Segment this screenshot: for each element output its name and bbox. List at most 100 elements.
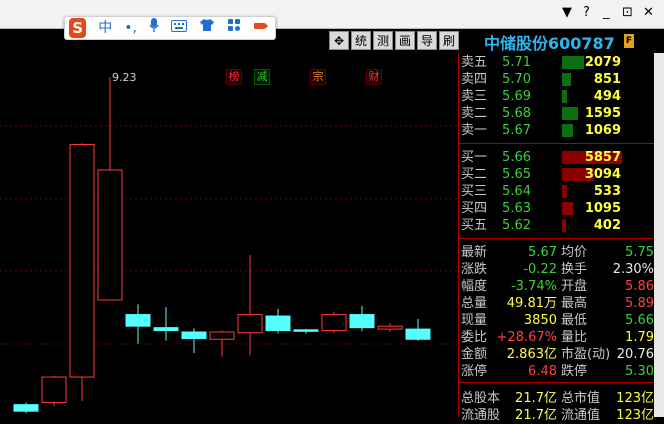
- tag-shareholder-reduction[interactable]: 减: [254, 69, 270, 85]
- sell-level-label: 卖二: [461, 106, 488, 121]
- high-price-label: 9.23: [112, 71, 137, 84]
- sell-row[interactable]: 卖一 5.67 1069: [459, 122, 659, 139]
- candle[interactable]: [237, 254, 263, 356]
- open-label: 开盘: [561, 279, 588, 294]
- tag-dragon-tiger-list[interactable]: 榜: [226, 69, 242, 85]
- mktval-value: 123亿: [616, 391, 654, 406]
- f10-badge-icon[interactable]: F: [624, 34, 634, 48]
- candle[interactable]: [405, 318, 431, 341]
- punctuation-toggle[interactable]: •,: [124, 18, 137, 38]
- tag-block-trade[interactable]: 宗: [310, 69, 326, 85]
- sell-volume-bar: [562, 90, 567, 103]
- minimize-icon[interactable]: _: [603, 5, 610, 20]
- crosshair-move-button[interactable]: ✥: [329, 31, 349, 50]
- buy-volume-bar: [562, 185, 567, 198]
- high-label: 最高: [561, 296, 588, 311]
- buy-volume: 3094: [584, 167, 621, 182]
- ime-toolbar: S 中 •,: [64, 16, 276, 40]
- curvol-label: 现量: [461, 313, 488, 328]
- candle[interactable]: [265, 308, 291, 334]
- sell-row[interactable]: 卖三 5.69 494: [459, 88, 659, 105]
- help-icon[interactable]: ?: [583, 5, 590, 20]
- pct-value: -3.74%: [511, 279, 557, 294]
- candle[interactable]: [181, 328, 207, 354]
- candle-body: [321, 314, 347, 332]
- toolbox-grid-icon[interactable]: [227, 18, 241, 38]
- export-button[interactable]: 导: [417, 31, 437, 50]
- candle-body: [209, 331, 235, 340]
- bidratio-label: 委比: [461, 330, 488, 345]
- limitdown-value: 5.30: [625, 364, 654, 379]
- candle-body: [69, 144, 95, 378]
- bidratio-value: +28.67%: [496, 330, 557, 345]
- candle[interactable]: [349, 305, 375, 332]
- candle[interactable]: [377, 323, 403, 332]
- limitup-label: 涨停: [461, 364, 488, 379]
- latest-label: 最新: [461, 245, 488, 260]
- dropdown-icon[interactable]: ▼: [562, 5, 572, 20]
- sell-volume: 1595: [584, 106, 621, 121]
- turnover-value: 2.30%: [612, 262, 654, 277]
- totalcap-label: 总股本: [461, 391, 501, 406]
- limitdown-label: 跌停: [561, 364, 588, 379]
- sell-price: 5.68: [502, 106, 531, 121]
- buy-row[interactable]: 买二 5.65 3094: [459, 166, 659, 183]
- sell-level-label: 卖四: [461, 72, 488, 87]
- measure-button[interactable]: 测: [373, 31, 393, 50]
- open-value: 5.86: [625, 279, 654, 294]
- candle[interactable]: [321, 311, 347, 333]
- refresh-button[interactable]: 刷: [439, 31, 459, 50]
- draw-button[interactable]: 画: [395, 31, 415, 50]
- candle-body: [349, 314, 375, 329]
- restore-icon[interactable]: ⊡: [622, 5, 633, 20]
- sell-price: 5.69: [502, 89, 531, 104]
- candle[interactable]: [13, 402, 39, 414]
- candle[interactable]: [97, 76, 123, 301]
- chinese-mode-toggle[interactable]: 中: [98, 18, 112, 38]
- statistics-button[interactable]: 统: [351, 31, 371, 50]
- candle[interactable]: [69, 143, 95, 402]
- sell-volume-bar: [562, 124, 573, 137]
- pe-value: 20.76: [616, 347, 654, 362]
- sell-row[interactable]: 卖四 5.70 851: [459, 71, 659, 88]
- candle-body: [41, 376, 67, 403]
- sogou-logo-icon[interactable]: S: [69, 18, 87, 38]
- candle-body: [125, 314, 151, 327]
- sell-row[interactable]: 卖二 5.68 1595: [459, 105, 659, 122]
- candle-body: [265, 315, 291, 332]
- buy-row[interactable]: 买一 5.66 5857: [459, 149, 659, 166]
- buy-row[interactable]: 买四 5.63 1095: [459, 200, 659, 217]
- buy-volume-bar: [562, 219, 566, 232]
- sell-volume: 851: [593, 72, 621, 87]
- side-scrollbar[interactable]: [654, 53, 664, 417]
- candle-body: [13, 404, 39, 412]
- candle-body: [181, 331, 207, 340]
- keyboard-icon[interactable]: [171, 18, 187, 38]
- candle[interactable]: [153, 307, 179, 341]
- candle[interactable]: [41, 375, 67, 407]
- tag-financial-report[interactable]: 财: [366, 69, 382, 85]
- totalvol-value: 49.81万: [506, 296, 557, 311]
- sell-volume: 1069: [584, 123, 621, 138]
- avg-label: 均价: [561, 245, 588, 260]
- candlestick-chart[interactable]: 9.23: [0, 53, 458, 417]
- sell-row[interactable]: 卖五 5.71 2079: [459, 54, 659, 71]
- amount-value: 2.863亿: [506, 347, 557, 362]
- buy-level-label: 买一: [461, 150, 488, 165]
- sell-volume-bar: [562, 73, 571, 86]
- buy-level-label: 买三: [461, 184, 488, 199]
- candle-body: [237, 314, 263, 334]
- mktval-label: 总市值: [561, 391, 601, 406]
- microphone-icon[interactable]: [149, 17, 159, 39]
- stats-divider: [459, 238, 664, 239]
- candle[interactable]: [293, 329, 319, 334]
- buy-volume-bar: [562, 202, 573, 215]
- pen-icon[interactable]: [253, 18, 269, 38]
- candle[interactable]: [125, 304, 151, 344]
- buy-row[interactable]: 买五 5.62 402: [459, 217, 659, 234]
- buy-row[interactable]: 买三 5.64 533: [459, 183, 659, 200]
- buy-price: 5.65: [502, 167, 531, 182]
- close-icon[interactable]: ✕: [643, 5, 654, 20]
- buy-volume: 5857: [584, 150, 621, 165]
- skin-shirt-icon[interactable]: [199, 18, 215, 38]
